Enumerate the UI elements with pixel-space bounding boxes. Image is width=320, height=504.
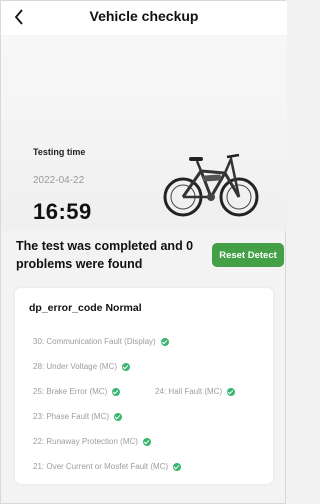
error-item-24: 24: Hall Fault (MC) [155,387,236,396]
error-item-label: 22: Runaway Protection (MC) [33,437,138,446]
error-item-25: 25: Brake Error (MC) [33,387,121,396]
vehicle-checkup-screen: Vehicle checkup Testing time 2022-04-22 … [0,0,287,504]
page-title: Vehicle checkup [89,8,199,24]
reset-detect-button[interactable]: Reset Detect [212,243,284,267]
ebike-icon [163,153,259,217]
error-item-label: 30: Communication Fault (Display) [33,337,156,346]
header-bar: Vehicle checkup [1,1,287,35]
check-circle-icon [142,437,151,446]
check-circle-icon [173,462,182,471]
error-item-28: 28: Under Voltage (MC) [33,362,131,371]
testing-time-label: Testing time [33,147,86,157]
error-item-label: 24: Hall Fault (MC) [155,387,223,396]
error-item-label: 23: Phase Fault (MC) [33,412,110,421]
test-hero-panel: Testing time 2022-04-22 16:59 [1,35,287,231]
error-code-card: dp_error_code Normal 30: Communication F… [15,288,273,484]
check-circle-icon [227,387,236,396]
error-item-23: 23: Phase Fault (MC) [33,412,123,421]
error-item-label: 28: Under Voltage (MC) [33,362,118,371]
check-circle-icon [122,362,131,371]
error-item-21: 21: Over Current or Mosfet Fault (MC) [33,462,182,471]
error-item-22: 22: Runaway Protection (MC) [33,437,151,446]
error-item-30: 30: Communication Fault (Display) [33,337,169,346]
testing-date: 2022-04-22 [33,175,85,186]
test-summary-text: The test was completed and 0 problems we… [16,239,194,271]
card-title: dp_error_code Normal [29,302,142,314]
error-item-label: 25: Brake Error (MC) [33,387,108,396]
check-circle-icon [114,412,123,421]
testing-time: 16:59 [33,199,92,224]
check-circle-icon [160,337,169,346]
check-circle-icon [112,387,121,396]
error-item-label: 21: Over Current or Mosfet Fault (MC) [33,462,169,471]
